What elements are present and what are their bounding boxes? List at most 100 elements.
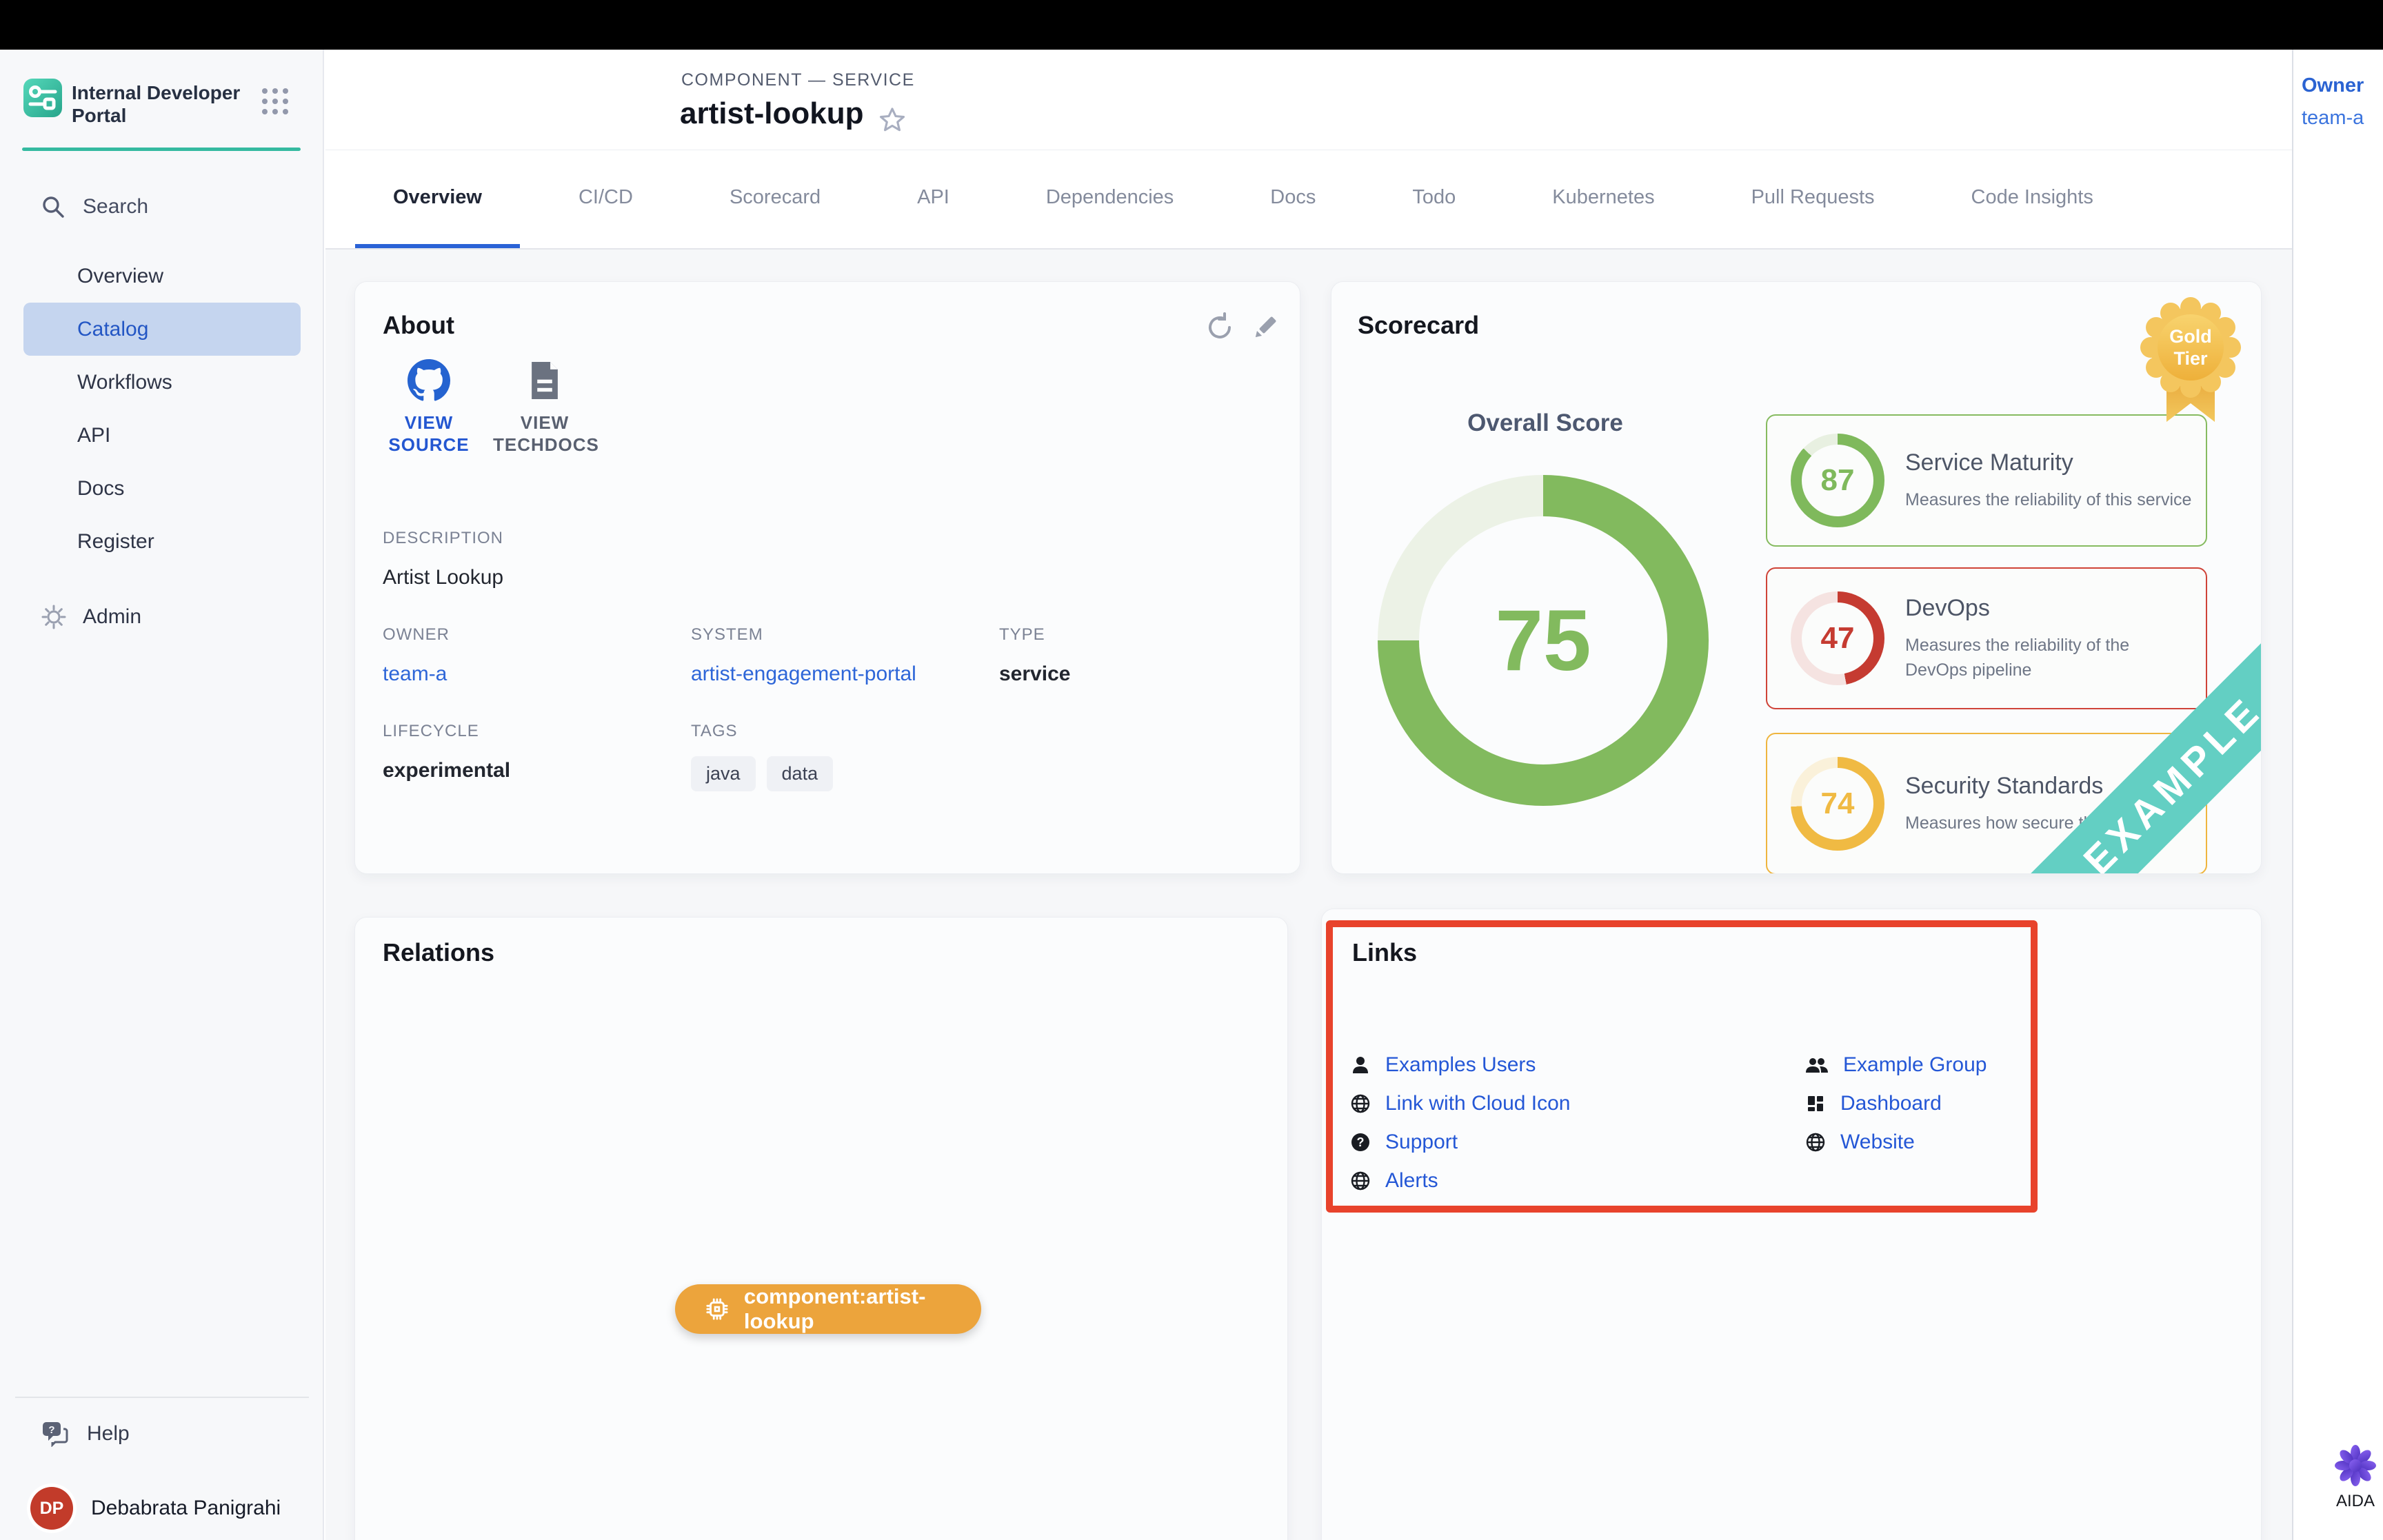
sidebar-item-register[interactable]: Register [23,515,301,568]
sidebar-search-label: Search [83,195,148,219]
refresh-icon[interactable] [1203,311,1236,344]
score-item-devops[interactable]: 47 DevOps Measures the reliability of th… [1766,567,2207,709]
edit-pencil-icon[interactable] [1249,311,1282,344]
view-source-action[interactable]: VIEW SOURCE [377,359,481,456]
owner-meta[interactable]: Owner team-a [2302,74,2364,130]
github-icon [408,359,450,402]
question-icon: ? [1349,1131,1371,1153]
tab-api[interactable]: API [879,151,987,248]
tag-list: javadata [691,756,833,791]
field-tags-label: TAGS [691,722,833,741]
scorecard-card: Scorecard [1331,281,2262,874]
right-gutter-divider [2292,50,2293,1540]
score-value: 47 [1821,621,1855,656]
score-value: 87 [1821,463,1855,498]
help-chat-icon: ? [41,1421,69,1447]
tab-code-insights[interactable]: Code Insights [1933,151,2131,248]
link-website[interactable]: Website [1804,1128,1987,1156]
link-label: Website [1840,1131,1915,1154]
apps-grid-icon[interactable] [262,88,288,114]
people-icon [1804,1054,1829,1076]
tab-kubernetes[interactable]: Kubernetes [1514,151,1692,248]
field-system: SYSTEM artist-engagement-portal [691,625,916,686]
sidebar-help-label: Help [87,1422,130,1446]
sidebar-accent-rule [22,148,301,151]
tab-overview[interactable]: Overview [355,151,520,248]
relation-node-chip[interactable]: component:artist-lookup [675,1284,981,1334]
top-black-bar [0,0,2383,50]
field-system-value[interactable]: artist-engagement-portal [691,662,916,686]
badge-line2: Tier [2173,348,2208,369]
tab-ci-cd[interactable]: CI/CD [541,151,671,248]
field-owner: OWNER team-a [383,625,450,686]
link-label: Support [1385,1131,1458,1154]
links-column-1: Examples Users Link with Cloud Icon ? Su… [1349,1051,1570,1206]
about-card: About VIEW SOURCE [354,281,1300,874]
field-type: TYPE service [999,625,1070,686]
links-column-2: Example Group Dashboard Website [1804,1051,1987,1167]
overall-score-donut: 75 [1378,475,1709,806]
globe-icon [1349,1093,1371,1115]
tab-scorecard[interactable]: Scorecard [692,151,858,248]
score-item-service-maturity[interactable]: 87 Service Maturity Measures the reliabi… [1766,414,2207,547]
link-dashboard[interactable]: Dashboard [1804,1090,1987,1117]
brand-title: Internal Developer Portal [72,81,251,127]
sidebar-search[interactable]: Search [41,188,303,226]
field-lifecycle-label: LIFECYCLE [383,722,510,741]
sidebar: Internal Developer Portal Search Overvie… [0,50,324,1540]
svg-text:?: ? [1357,1135,1365,1149]
sidebar-divider [15,1397,309,1398]
sidebar-item-docs[interactable]: Docs [23,462,301,515]
about-card-title: About [383,311,454,340]
sidebar-user[interactable]: DP Debabrata Panigrahi [30,1486,320,1530]
favorite-star-icon[interactable] [877,105,907,135]
aida-flower-icon [2333,1443,2377,1488]
link-support[interactable]: ? Support [1349,1128,1570,1156]
sidebar-item-admin[interactable]: Admin [41,598,303,636]
search-icon [41,195,65,219]
link-examples-users[interactable]: Examples Users [1349,1051,1570,1079]
sidebar-item-workflows[interactable]: Workflows [23,356,301,409]
sidebar-item-overview[interactable]: Overview [23,250,301,303]
links-card-title: Links [1352,938,1417,967]
field-owner-value[interactable]: team-a [383,662,450,686]
sidebar-item-api[interactable]: API [23,409,301,462]
gear-icon [41,605,66,629]
field-tags: TAGS javadata [691,722,833,791]
tab-todo[interactable]: Todo [1374,151,1494,248]
link-label: Example Group [1843,1053,1987,1077]
tab-pull-requests[interactable]: Pull Requests [1713,151,1913,248]
score-ring-security-standards: 74 [1791,757,1884,851]
app-root: Internal Developer Portal Search Overvie… [0,0,2383,1540]
link-alerts[interactable]: Alerts [1349,1167,1570,1195]
link-label: Examples Users [1385,1053,1536,1077]
tab-dependencies[interactable]: Dependencies [1008,151,1211,248]
globe-icon [1349,1170,1371,1192]
sidebar-help[interactable]: ? Help [41,1413,248,1455]
tabs-bar: OverviewCI/CDScorecardAPIDependenciesDoc… [325,151,2292,250]
sidebar-nav: OverviewCatalogWorkflowsAPIDocsRegister [23,250,301,568]
sidebar-item-catalog[interactable]: Catalog [23,303,301,356]
aida-label: AIDA [2328,1492,2383,1511]
overall-score-label: Overall Score [1407,409,1683,437]
badge-line1: Gold [2169,326,2212,347]
aida-widget[interactable]: AIDA [2328,1443,2383,1511]
view-techdocs-action[interactable]: VIEW TECHDOCS [493,359,596,456]
score-ring-service-maturity: 87 [1791,434,1884,527]
document-icon [529,359,561,402]
svg-text:?: ? [48,1424,54,1436]
owner-value[interactable]: team-a [2302,107,2364,130]
field-owner-label: OWNER [383,625,450,645]
score-item-title: Service Maturity [1905,449,2195,476]
avatar: DP [30,1487,73,1530]
tag-java: java [691,756,756,791]
entity-header: COMPONENT — SERVICE artist-lookup Owner … [325,50,2292,150]
link-link-with-cloud-icon[interactable]: Link with Cloud Icon [1349,1090,1570,1117]
tab-docs[interactable]: Docs [1232,151,1354,248]
overall-score-value: 75 [1495,591,1591,690]
link-label: Alerts [1385,1169,1438,1193]
link-example-group[interactable]: Example Group [1804,1051,1987,1079]
portal-logo-icon[interactable] [23,79,62,117]
entity-kind-eyebrow: COMPONENT — SERVICE [681,70,915,90]
user-name: Debabrata Panigrahi [91,1497,281,1520]
